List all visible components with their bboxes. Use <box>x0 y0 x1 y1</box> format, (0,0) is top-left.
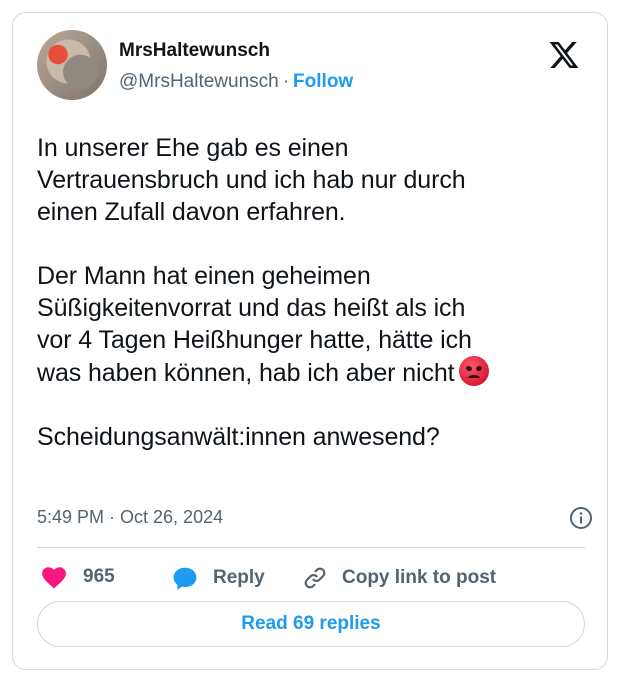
follow-button[interactable]: Follow <box>293 71 353 92</box>
tweet-line: Scheidungsanwält:innen anwesend? <box>37 423 440 451</box>
tweet-line: Der Mann hat einen geheimen <box>37 262 371 290</box>
link-icon <box>304 567 326 589</box>
tweet-line: In unserer Ehe gab es einen <box>37 134 349 162</box>
read-replies-button[interactable]: Read 69 replies <box>37 601 585 647</box>
timestamp[interactable]: 5:49 PM · Oct 26, 2024 <box>37 507 223 528</box>
tweet-line: Vertrauensbruch und ich hab nur durch <box>37 166 466 194</box>
tweet-text: In unserer Ehe gab es einen Vertrauensbr… <box>37 132 597 453</box>
reply-button[interactable]: Reply <box>171 565 265 591</box>
heart-icon <box>42 567 66 589</box>
like-count: 965 <box>83 566 115 587</box>
separator-dot: · <box>282 71 290 92</box>
tweet-line: einen Zufall davon erfahren. <box>37 198 346 226</box>
tweet-line: Süßigkeitenvorrat und das heißt als ich <box>37 294 466 322</box>
copy-link-button[interactable]: Copy link to post <box>302 565 496 591</box>
tweet-line-with-emoji: was haben können, hab ich aber nicht <box>37 356 597 389</box>
angry-face-emoji-icon <box>458 356 489 386</box>
reply-bubble-icon <box>173 567 197 590</box>
info-icon[interactable] <box>569 506 593 530</box>
divider <box>37 547 585 548</box>
avatar[interactable] <box>37 30 107 100</box>
tweet-line: was haben können, hab ich aber nicht <box>37 359 455 387</box>
x-logo-icon[interactable] <box>547 39 581 71</box>
tweet-card: MrsHaltewunsch @MrsHaltewunsch · Follow In… <box>12 12 608 670</box>
author-handle-row: @MrsHaltewunsch · Follow <box>119 71 353 93</box>
tweet-line: vor 4 Tagen Heißhunger hatte, hätte ich <box>37 326 472 354</box>
like-button[interactable]: 965 <box>41 565 115 589</box>
copy-link-label: Copy link to post <box>342 567 497 588</box>
author-handle[interactable]: @MrsHaltewunsch <box>119 71 279 92</box>
reply-label: Reply <box>213 567 265 588</box>
author-name[interactable]: MrsHaltewunsch <box>119 40 270 62</box>
